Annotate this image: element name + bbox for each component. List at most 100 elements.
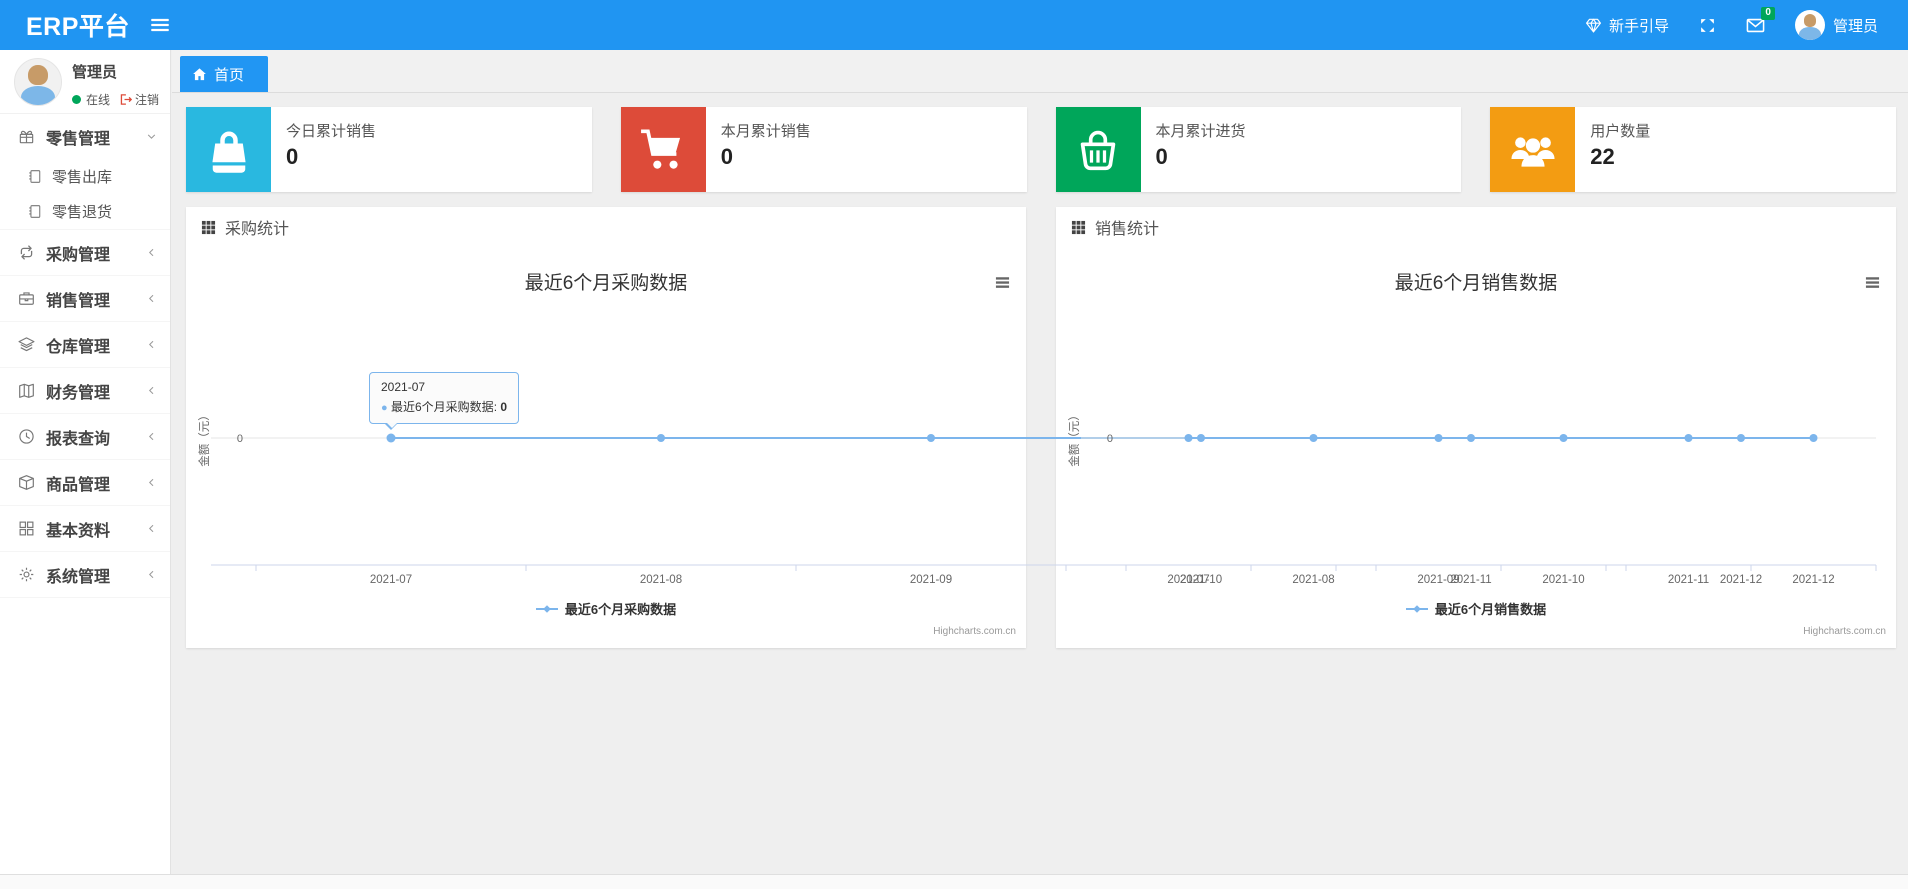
map-icon [18, 382, 37, 399]
sidebar-user-status: 在线 注销 [72, 91, 159, 108]
box-icon [18, 474, 37, 491]
sidebar-submenu: 零售出库 零售退货 [0, 159, 170, 229]
repeat-icon [18, 244, 37, 261]
logout-label: 注销 [135, 93, 160, 107]
user-menu[interactable]: 管理员 [1794, 10, 1878, 40]
tab-home[interactable]: 首页 [180, 56, 269, 92]
legend-item[interactable]: 最近6个月销售数据 [1056, 599, 1896, 618]
tooltip-category: 2021-07 [381, 380, 426, 394]
sidebar-menu-group: 财务管理 [0, 368, 170, 414]
sidebar-user-avatar [14, 58, 62, 106]
sign-out-icon [119, 93, 133, 106]
data-point-marker[interactable] [1684, 434, 1693, 442]
chart-tooltip: 2021-07 ● 最近6个月采购数据: 0 [369, 372, 520, 430]
stat-value: 0 [720, 144, 733, 169]
sidebar-item-零售出库[interactable]: 零售出库 [0, 159, 170, 194]
logout-link[interactable]: 注销 [119, 91, 159, 108]
sidebar-item-label: 报表查询 [46, 430, 111, 448]
brand-logo[interactable]: ERP平台 [0, 7, 150, 43]
sidebar-item-2[interactable]: 采购管理 [0, 230, 170, 275]
highcharts-credits-link[interactable]: Highcharts.com.cn [933, 626, 1016, 637]
chart-1: 最近6个月采购数据 2021-07 2021-08 2021-09 2021-10 202… [186, 247, 1877, 645]
erp-dashboard: ERP平台 新手引导 0 管理员 管理员 在线 注销 零售管理 零售出库 零售退… [0, 0, 1908, 889]
gift-icon [18, 128, 37, 145]
sidebar-item-5[interactable]: 财务管理 [0, 368, 170, 413]
sidebar-item-label: 财务管理 [46, 384, 111, 402]
sidebar-menu-group: 销售管理 [0, 276, 170, 322]
page-footer [0, 874, 1908, 889]
stat-card[interactable]: 用户数量 22 [1490, 107, 1896, 192]
x-axis-label: 2021-11 [1668, 574, 1709, 586]
legend-item[interactable]: 最近6个月采购数据 [186, 599, 1026, 618]
home-icon [192, 67, 207, 82]
dashboard-page: 今日累计销售 0 本月累计销售 0 本月累计进货 0 用户数量 22 采购统计 最近6个月采购数… [172, 93, 1908, 648]
navbar-right: 新手引导 0 管理员 [1585, 6, 1908, 40]
line-chart-plot: 2021-07 2021-08 2021-09 2021-10 2021-11 2021-… [1067, 409, 1877, 586]
sidebar-item-7[interactable]: 商品管理 [0, 460, 170, 505]
sidebar-menu: 零售管理零售出库零售退货采购管理销售管理仓库管理财务管理报表查询商品管理 基本资料… [0, 114, 170, 598]
sidebar-subitem-label: 零售退货 [52, 204, 113, 221]
data-point-marker[interactable] [657, 434, 665, 442]
chevron-left-icon [146, 339, 157, 350]
sidebar-item-8[interactable]: 基本资料 [0, 506, 170, 551]
tab-home-label: 首页 [214, 66, 245, 84]
stat-card[interactable]: 今日累计销售 0 [186, 107, 592, 192]
th-icon [1071, 220, 1086, 235]
fullscreen-button[interactable] [1699, 17, 1716, 34]
sidebar-subitem-label: 零售出库 [52, 169, 113, 186]
stat-label: 本月累计进货 [1155, 123, 1246, 140]
sidebar-user-panel: 管理员 在线 注销 [0, 50, 170, 114]
data-point-marker[interactable] [1559, 434, 1568, 442]
messages-button[interactable]: 0 [1746, 6, 1775, 35]
highcharts-credits-link[interactable]: Highcharts.com.cn [1803, 626, 1886, 637]
top-navbar: ERP平台 新手引导 0 管理员 [0, 0, 1908, 50]
clock-icon [18, 428, 37, 445]
main-content: 首页 今日累计销售 0 本月累计销售 0 本月累计进货 0 用户数量 22 采购统计 最近6个月… [172, 50, 1908, 648]
data-point-marker[interactable] [1309, 434, 1318, 442]
journal-icon [27, 169, 44, 184]
y-axis-tick-label: 0 [237, 433, 243, 445]
stat-value: 0 [1155, 144, 1168, 169]
online-status-icon [72, 95, 81, 104]
data-point-marker[interactable] [1184, 434, 1193, 442]
sidebar-item-4[interactable]: 仓库管理 [0, 322, 170, 367]
guide-link[interactable]: 新手引导 [1585, 15, 1669, 36]
stats-row: 今日累计销售 0 本月累计销售 0 本月累计进货 0 用户数量 22 [186, 107, 1896, 192]
chevron-left-icon [146, 385, 157, 396]
stat-card[interactable]: 本月累计进货 0 [1055, 107, 1462, 192]
journal-icon [27, 204, 44, 219]
sidebar-item-label: 零售管理 [46, 130, 111, 148]
gem-icon [1585, 17, 1602, 34]
sidebar-item-label: 销售管理 [46, 292, 111, 310]
sidebar-toggle-button[interactable] [150, 15, 170, 35]
stat-card[interactable]: 本月累计销售 0 [620, 107, 1027, 192]
panel-header: 销售统计 [1056, 207, 1896, 247]
legend-label: 最近6个月采购数据 [564, 602, 677, 617]
data-point-marker[interactable] [1434, 434, 1443, 442]
sidebar-item-9[interactable]: 系统管理 [0, 552, 170, 597]
sidebar-menu-group: 零售管理零售出库零售退货 [0, 114, 170, 230]
th-icon [201, 220, 216, 235]
grid-icon [18, 520, 37, 537]
legend-marker-icon [1405, 604, 1428, 613]
sidebar-item-label: 采购管理 [46, 246, 111, 264]
sidebar-menu-group: 采购管理 [0, 230, 170, 276]
user-name: 管理员 [1832, 17, 1878, 35]
stat-info: 本月累计销售 0 [706, 107, 811, 192]
panel-销售统计: 销售统计最近6个月销售数据 2021-07 2021-08 2021-09 2021-1… [1056, 207, 1896, 648]
panels-row: 采购统计 最近6个月采购数据 2021-07 2021-08 2021-09 2021-1… [186, 207, 1896, 648]
x-axis-label: 2021-08 [640, 574, 682, 586]
sidebar-item-6[interactable]: 报表查询 [0, 414, 170, 459]
data-point-marker[interactable] [927, 434, 935, 442]
chevron-down-icon [146, 131, 157, 142]
sidebar-item-3[interactable]: 销售管理 [0, 276, 170, 321]
x-axis-label: 2021-08 [1292, 574, 1334, 586]
guide-label: 新手引导 [1608, 17, 1669, 35]
sidebar-menu-group: 商品管理 [0, 460, 170, 506]
stat-info: 用户数量 22 [1575, 107, 1650, 192]
sidebar-item-1[interactable]: 零售管理 [0, 114, 170, 159]
stat-value: 22 [1590, 144, 1615, 169]
data-point-marker[interactable] [1809, 434, 1818, 442]
sidebar-menu-group: 仓库管理 [0, 322, 170, 368]
sidebar-item-零售退货[interactable]: 零售退货 [0, 194, 170, 229]
